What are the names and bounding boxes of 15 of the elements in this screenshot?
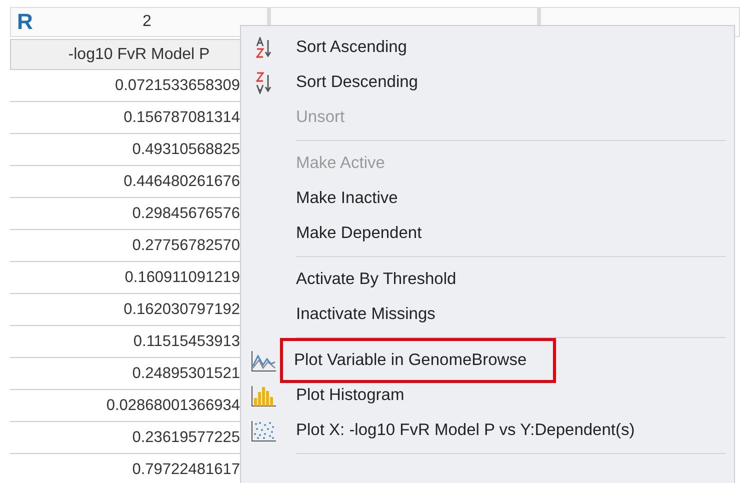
line-chart-icon bbox=[250, 350, 276, 372]
menu-item[interactable]: Plot Variable in GenomeBrowse bbox=[280, 338, 556, 383]
menu-item[interactable]: Sort Ascending bbox=[288, 31, 415, 64]
menu-item[interactable]: Activate By Threshold bbox=[288, 263, 464, 296]
menu-item[interactable]: Inactivate Missings bbox=[288, 298, 444, 331]
menu-item[interactable]: Sort Descending bbox=[288, 66, 426, 99]
sort-icon bbox=[254, 36, 272, 58]
sort-icon bbox=[254, 72, 272, 94]
column-type-letter: R bbox=[17, 9, 33, 35]
menu-item[interactable]: Plot X: -log10 FvR Model P vs Y:Dependent(s) bbox=[288, 414, 643, 447]
histogram-icon bbox=[250, 384, 276, 406]
column-number: 2 bbox=[141, 13, 152, 31]
menu-item[interactable]: Make Inactive bbox=[288, 182, 406, 215]
menu-item[interactable]: Make Dependent bbox=[288, 217, 430, 250]
scatter-plot-icon bbox=[250, 420, 276, 442]
